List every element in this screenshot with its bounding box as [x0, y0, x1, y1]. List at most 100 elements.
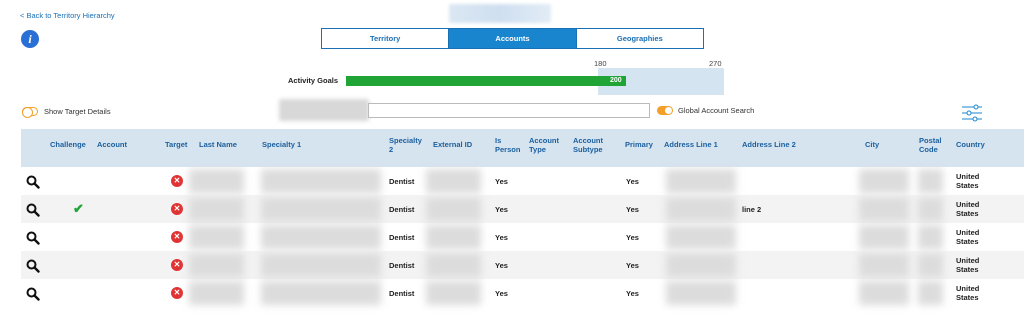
col-account-type[interactable]: Account Type — [529, 136, 561, 154]
cell-primary: Yes — [626, 289, 639, 298]
global-account-search-toggle[interactable] — [657, 106, 673, 115]
info-icon[interactable]: i — [21, 30, 39, 48]
redacted-address-line-1 — [666, 197, 736, 221]
magnifier-icon[interactable] — [26, 203, 40, 217]
col-last-name[interactable]: Last Name — [199, 140, 237, 149]
col-country[interactable]: Country — [956, 140, 985, 149]
redacted-address-line-1 — [666, 281, 736, 305]
x-circle-icon[interactable]: ✕ — [171, 287, 183, 299]
col-account[interactable]: Account — [97, 140, 127, 149]
col-specialty-1[interactable]: Specialty 1 — [262, 140, 301, 149]
cell-country: United States — [956, 200, 980, 218]
cell-primary: Yes — [626, 261, 639, 270]
cell-address-line-2: line 2 — [742, 205, 762, 214]
col-address-line-2[interactable]: Address Line 2 — [742, 140, 796, 149]
redacted-last-name — [189, 169, 244, 193]
activity-goals-track: 200 — [346, 68, 724, 95]
col-challenge[interactable]: Challenge — [50, 140, 86, 149]
x-circle-icon[interactable]: ✕ — [171, 259, 183, 271]
cell-country: United States — [956, 256, 980, 274]
magnifier-icon[interactable] — [26, 259, 40, 273]
tab-territory[interactable]: Territory — [322, 29, 450, 48]
col-city[interactable]: City — [865, 140, 879, 149]
back-to-territory-link[interactable]: < Back to Territory Hierarchy — [20, 11, 115, 20]
sliders-icon[interactable] — [961, 103, 983, 123]
cell-is-person: Yes — [495, 233, 508, 242]
redacted-city — [859, 225, 909, 249]
table-row[interactable]: ✔ ✕ Dentist Yes Yes line 2 United States — [21, 195, 1024, 223]
redacted-postal-code — [918, 225, 943, 249]
redacted-specialty-1 — [261, 253, 381, 277]
tab-geographies[interactable]: Geographies — [576, 29, 703, 48]
col-address-line-1[interactable]: Address Line 1 — [664, 140, 718, 149]
col-specialty-2[interactable]: Specialty 2 — [389, 136, 422, 154]
redacted-external-id — [426, 169, 481, 193]
cell-is-person: Yes — [495, 177, 508, 186]
col-primary[interactable]: Primary — [625, 140, 653, 149]
redacted-specialty-1 — [261, 197, 381, 221]
cell-country: United States — [956, 172, 980, 190]
x-circle-icon[interactable]: ✕ — [171, 203, 183, 215]
global-account-search-label: Global Account Search — [678, 106, 755, 115]
redacted-search-label — [279, 99, 369, 121]
redacted-postal-code — [918, 253, 943, 277]
cell-is-person: Yes — [495, 289, 508, 298]
tab-accounts[interactable]: Accounts — [449, 29, 577, 48]
table-row[interactable]: ✕ Dentist Yes Yes United States — [21, 251, 1024, 279]
magnifier-icon[interactable] — [26, 287, 40, 301]
activity-goals-value: 200 — [610, 77, 622, 84]
cell-primary: Yes — [626, 205, 639, 214]
redacted-external-id — [426, 281, 481, 305]
accounts-table: Challenge Account Target Last Name Speci… — [21, 129, 1024, 307]
activity-goals-label: Activity Goals — [288, 76, 339, 85]
redacted-last-name — [189, 253, 244, 277]
show-target-details-toggle[interactable] — [22, 107, 38, 118]
redacted-city — [859, 253, 909, 277]
redacted-city — [859, 281, 909, 305]
redacted-city — [859, 169, 909, 193]
redacted-postal-code — [918, 169, 943, 193]
redacted-city — [859, 197, 909, 221]
redacted-external-id — [426, 253, 481, 277]
magnifier-icon[interactable] — [26, 175, 40, 189]
redacted-specialty-1 — [261, 225, 381, 249]
redacted-address-line-1 — [666, 225, 736, 249]
redacted-specialty-1 — [261, 281, 381, 305]
cell-specialty-2: Dentist — [389, 177, 415, 186]
cell-primary: Yes — [626, 177, 639, 186]
redacted-last-name — [189, 281, 244, 305]
redacted-external-id — [426, 225, 481, 249]
col-is-person[interactable]: Is Person — [495, 136, 523, 154]
redacted-territory-name — [449, 4, 551, 23]
table-row[interactable]: ✕ Dentist Yes Yes United States — [21, 223, 1024, 251]
redacted-specialty-1 — [261, 169, 381, 193]
table-row[interactable]: ✕ Dentist Yes Yes United States — [21, 279, 1024, 307]
cell-specialty-2: Dentist — [389, 205, 415, 214]
cell-specialty-2: Dentist — [389, 289, 415, 298]
table-header-row: Challenge Account Target Last Name Speci… — [21, 129, 1024, 167]
table-body: ✕ Dentist Yes Yes United States ✔ ✕ Dentist Yes Y… — [21, 167, 1024, 307]
col-target[interactable]: Target — [165, 140, 187, 149]
account-search-input[interactable] — [368, 103, 650, 118]
col-external-id[interactable]: External ID — [433, 140, 472, 149]
goal-range-min-label: 180 — [594, 59, 607, 68]
redacted-external-id — [426, 197, 481, 221]
goal-range-max-label: 270 — [709, 59, 722, 68]
checkmark-icon: ✔ — [73, 201, 84, 216]
col-postal-code[interactable]: Postal Code — [919, 136, 947, 154]
redacted-postal-code — [918, 197, 943, 221]
x-circle-icon[interactable]: ✕ — [171, 231, 183, 243]
view-tabs: Territory Accounts Geographies — [321, 28, 704, 49]
x-circle-icon[interactable]: ✕ — [171, 175, 183, 187]
redacted-address-line-1 — [666, 253, 736, 277]
cell-primary: Yes — [626, 233, 639, 242]
col-account-subtype[interactable]: Account Subtype — [573, 136, 609, 154]
cell-country: United States — [956, 228, 980, 246]
magnifier-icon[interactable] — [26, 231, 40, 245]
redacted-postal-code — [918, 281, 943, 305]
table-row[interactable]: ✕ Dentist Yes Yes United States — [21, 167, 1024, 195]
cell-specialty-2: Dentist — [389, 233, 415, 242]
cell-is-person: Yes — [495, 261, 508, 270]
redacted-address-line-1 — [666, 169, 736, 193]
activity-goals-progress-bar — [346, 76, 626, 86]
